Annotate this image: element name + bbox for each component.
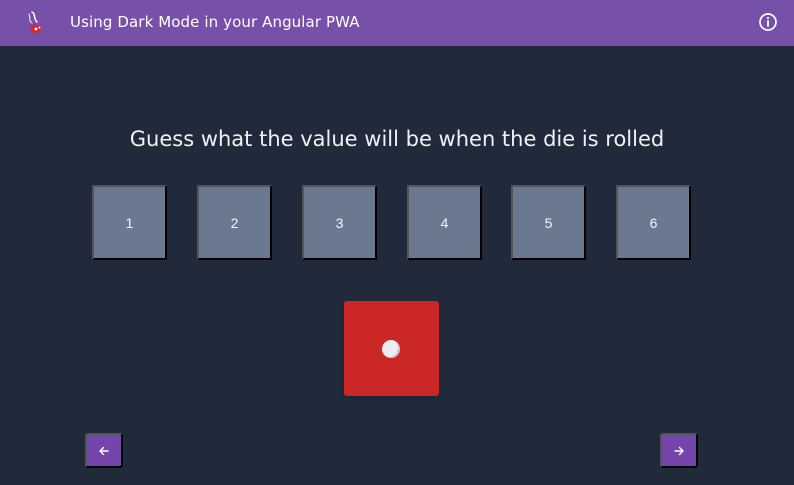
guess-choice-3[interactable]: 3 bbox=[302, 185, 377, 260]
info-icon bbox=[759, 13, 777, 31]
dice-logo-icon bbox=[28, 11, 42, 34]
app-screen: Using Dark Mode in your Angular PWA Gues… bbox=[0, 0, 794, 485]
next-button[interactable] bbox=[660, 433, 698, 468]
guess-prompt: Guess what the value will be when the di… bbox=[129, 127, 665, 151]
guess-choice-4[interactable]: 4 bbox=[407, 185, 482, 260]
guess-choice-6[interactable]: 6 bbox=[616, 185, 691, 260]
guess-choice-2[interactable]: 2 bbox=[197, 185, 272, 260]
guess-choice-5[interactable]: 5 bbox=[511, 185, 586, 260]
arrow-right-icon bbox=[674, 446, 684, 455]
rolled-die bbox=[344, 301, 439, 396]
guess-choice-1[interactable]: 1 bbox=[92, 185, 167, 260]
arrow-left-icon bbox=[99, 446, 109, 455]
previous-button[interactable] bbox=[85, 433, 123, 468]
info-button[interactable] bbox=[758, 12, 778, 32]
app-toolbar: Using Dark Mode in your Angular PWA bbox=[0, 0, 794, 46]
page-title: Using Dark Mode in your Angular PWA bbox=[70, 13, 360, 31]
guess-choice-group: 1 2 3 4 5 6 bbox=[92, 185, 692, 261]
die-pip bbox=[382, 340, 400, 358]
